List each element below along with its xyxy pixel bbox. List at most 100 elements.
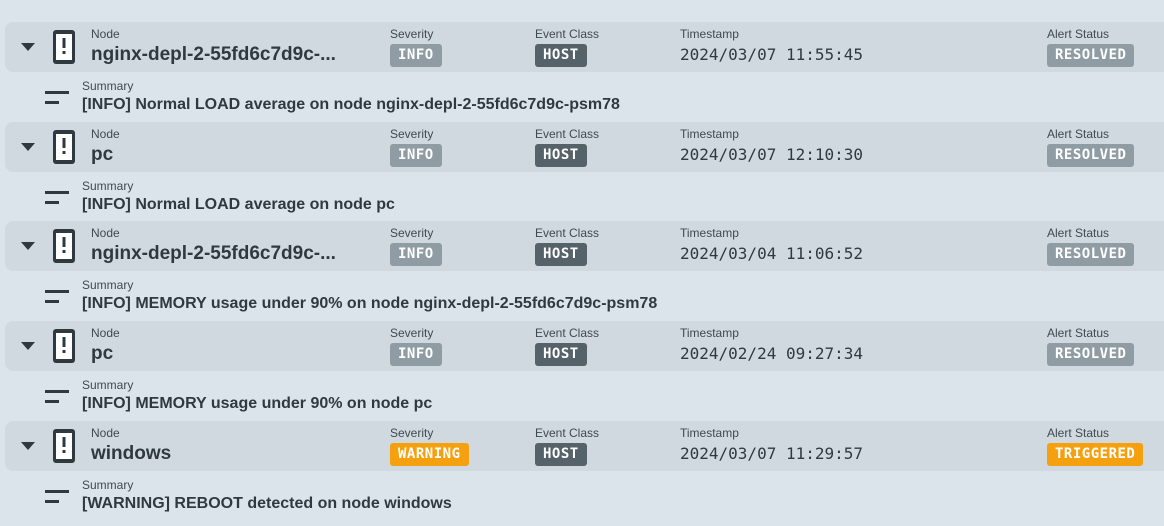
- node-value: windows: [91, 442, 172, 464]
- alert-status-label: Alert Status: [1047, 425, 1110, 440]
- severity-badge: INFO: [390, 343, 442, 367]
- summary-text: [INFO] Normal LOAD average on node pc: [82, 195, 395, 213]
- timestamp-field: Timestamp 2024/03/07 11:55:45: [680, 27, 863, 65]
- caret-down-icon[interactable]: [21, 43, 35, 51]
- severity-field: Severity INFO: [390, 326, 442, 367]
- severity-field: Severity WARNING: [390, 426, 469, 466]
- severity-badge: INFO: [390, 243, 442, 267]
- severity-label: Severity: [390, 425, 434, 440]
- alert-item: Node nginx-depl-2-55fd6c7d9c-... Severit…: [0, 221, 1164, 321]
- timestamp-field: Timestamp 2024/03/07 12:10:30: [680, 127, 863, 165]
- mobile-alert-icon: [53, 329, 75, 364]
- event-class-label: Event Class: [535, 226, 600, 241]
- alert-header-row[interactable]: Node nginx-depl-2-55fd6c7d9c-... Severit…: [5, 22, 1164, 72]
- alert-status-label: Alert Status: [1047, 126, 1110, 141]
- summary-lines-icon: [45, 91, 69, 104]
- summary-lines-icon: [45, 390, 69, 404]
- mobile-alert-icon: [53, 30, 75, 64]
- severity-label: Severity: [390, 126, 434, 141]
- event-class-badge: HOST: [535, 243, 587, 267]
- summary-text: [WARNING] REBOOT detected on node window…: [82, 494, 452, 512]
- event-class-field: Event Class HOST: [535, 426, 599, 466]
- caret-down-icon[interactable]: [21, 242, 35, 251]
- severity-field: Severity INFO: [390, 127, 442, 167]
- timestamp-value: 2024/03/04 11:06:52: [680, 244, 864, 264]
- caret-down-icon[interactable]: [21, 441, 35, 450]
- severity-badge: WARNING: [390, 442, 469, 466]
- alert-item: Node pc Severity INFO Event Class HOST T…: [0, 321, 1164, 421]
- alert-status-field: Alert Status RESOLVED: [1047, 226, 1135, 267]
- event-class-field: Event Class HOST: [535, 226, 600, 267]
- timestamp-value: 2024/03/07 11:29:57: [680, 443, 864, 463]
- alert-status-badge: RESOLVED: [1047, 44, 1135, 67]
- alert-item: Node windows Severity WARNING Event Clas…: [0, 420, 1164, 521]
- summary-text: [INFO] MEMORY usage under 90% on node pc: [82, 395, 433, 413]
- alert-header-row[interactable]: Node pc Severity INFO Event Class HOST T…: [5, 321, 1164, 372]
- summary-label: Summary: [82, 79, 134, 93]
- alert-status-label: Alert Status: [1047, 226, 1110, 241]
- summary-label: Summary: [82, 378, 134, 393]
- severity-field: Severity INFO: [390, 27, 442, 67]
- caret-down-icon[interactable]: [21, 342, 35, 351]
- event-class-badge: HOST: [535, 143, 587, 167]
- node-label: Node: [91, 27, 120, 41]
- alert-status-badge: TRIGGERED: [1047, 442, 1144, 466]
- event-class-field: Event Class HOST: [535, 27, 599, 67]
- alert-header-row[interactable]: Node nginx-depl-2-55fd6c7d9c-... Severit…: [5, 221, 1164, 272]
- event-class-label: Event Class: [535, 326, 600, 341]
- event-class-label: Event Class: [535, 27, 600, 41]
- timestamp-value: 2024/02/24 09:27:34: [680, 344, 864, 364]
- node-value: pc: [91, 343, 114, 365]
- severity-label: Severity: [390, 226, 434, 241]
- summary-block: Summary [WARNING] REBOOT detected on nod…: [82, 478, 452, 514]
- summary-lines-icon: [45, 290, 69, 304]
- summary-block: Summary [INFO] Normal LOAD average on no…: [82, 79, 620, 115]
- severity-label: Severity: [390, 27, 434, 41]
- timestamp-field: Timestamp 2024/02/24 09:27:34: [680, 326, 863, 364]
- event-class-field: Event Class HOST: [535, 326, 600, 367]
- timestamp-value: 2024/03/07 11:55:45: [680, 45, 864, 64]
- alert-item: Node nginx-depl-2-55fd6c7d9c-... Severit…: [0, 22, 1164, 122]
- alert-status-badge: RESOLVED: [1047, 143, 1135, 167]
- alert-status-field: Alert Status TRIGGERED: [1047, 425, 1144, 466]
- timestamp-label: Timestamp: [680, 326, 739, 341]
- summary-block: Summary [INFO] MEMORY usage under 90% on…: [82, 378, 432, 414]
- summary-text: [INFO] Normal LOAD average on node nginx…: [82, 96, 620, 113]
- event-class-label: Event Class: [535, 425, 600, 440]
- node-value: pc: [91, 143, 114, 165]
- node-field: Node pc: [91, 127, 353, 166]
- alert-list: Node nginx-depl-2-55fd6c7d9c-... Severit…: [0, 22, 1164, 520]
- mobile-alert-icon: [53, 428, 75, 463]
- node-field: Node windows: [91, 426, 353, 465]
- severity-field: Severity INFO: [390, 226, 442, 267]
- alert-header-row[interactable]: Node windows Severity WARNING Event Clas…: [5, 420, 1164, 471]
- timestamp-value: 2024/03/07 12:10:30: [680, 144, 864, 164]
- summary-lines-icon: [45, 190, 69, 204]
- node-field: Node nginx-depl-2-55fd6c7d9c-...: [91, 27, 353, 66]
- node-label: Node: [91, 126, 120, 141]
- caret-down-icon[interactable]: [21, 142, 35, 151]
- event-class-badge: HOST: [535, 44, 587, 67]
- timestamp-field: Timestamp 2024/03/04 11:06:52: [680, 226, 863, 264]
- summary-block: Summary [INFO] MEMORY usage under 90% on…: [82, 278, 657, 314]
- severity-badge: INFO: [390, 44, 442, 67]
- severity-label: Severity: [390, 326, 434, 341]
- timestamp-label: Timestamp: [680, 425, 739, 440]
- alert-status-label: Alert Status: [1047, 27, 1110, 41]
- mobile-alert-icon: [53, 129, 75, 164]
- alert-header-row[interactable]: Node pc Severity INFO Event Class HOST T…: [5, 121, 1164, 172]
- severity-badge: INFO: [390, 143, 442, 167]
- event-class-field: Event Class HOST: [535, 127, 599, 167]
- alert-status-field: Alert Status RESOLVED: [1047, 126, 1135, 167]
- alert-status-label: Alert Status: [1047, 326, 1110, 341]
- node-label: Node: [91, 425, 120, 440]
- summary-text: [INFO] MEMORY usage under 90% on node ng…: [82, 295, 658, 313]
- event-class-badge: HOST: [535, 442, 587, 466]
- event-class-label: Event Class: [535, 126, 600, 141]
- timestamp-label: Timestamp: [680, 27, 739, 41]
- node-field: Node nginx-depl-2-55fd6c7d9c-...: [91, 226, 353, 265]
- event-class-badge: HOST: [535, 343, 587, 367]
- node-label: Node: [91, 326, 120, 341]
- node-value: nginx-depl-2-55fd6c7d9c-...: [91, 44, 336, 65]
- summary-block: Summary [INFO] Normal LOAD average on no…: [82, 179, 395, 215]
